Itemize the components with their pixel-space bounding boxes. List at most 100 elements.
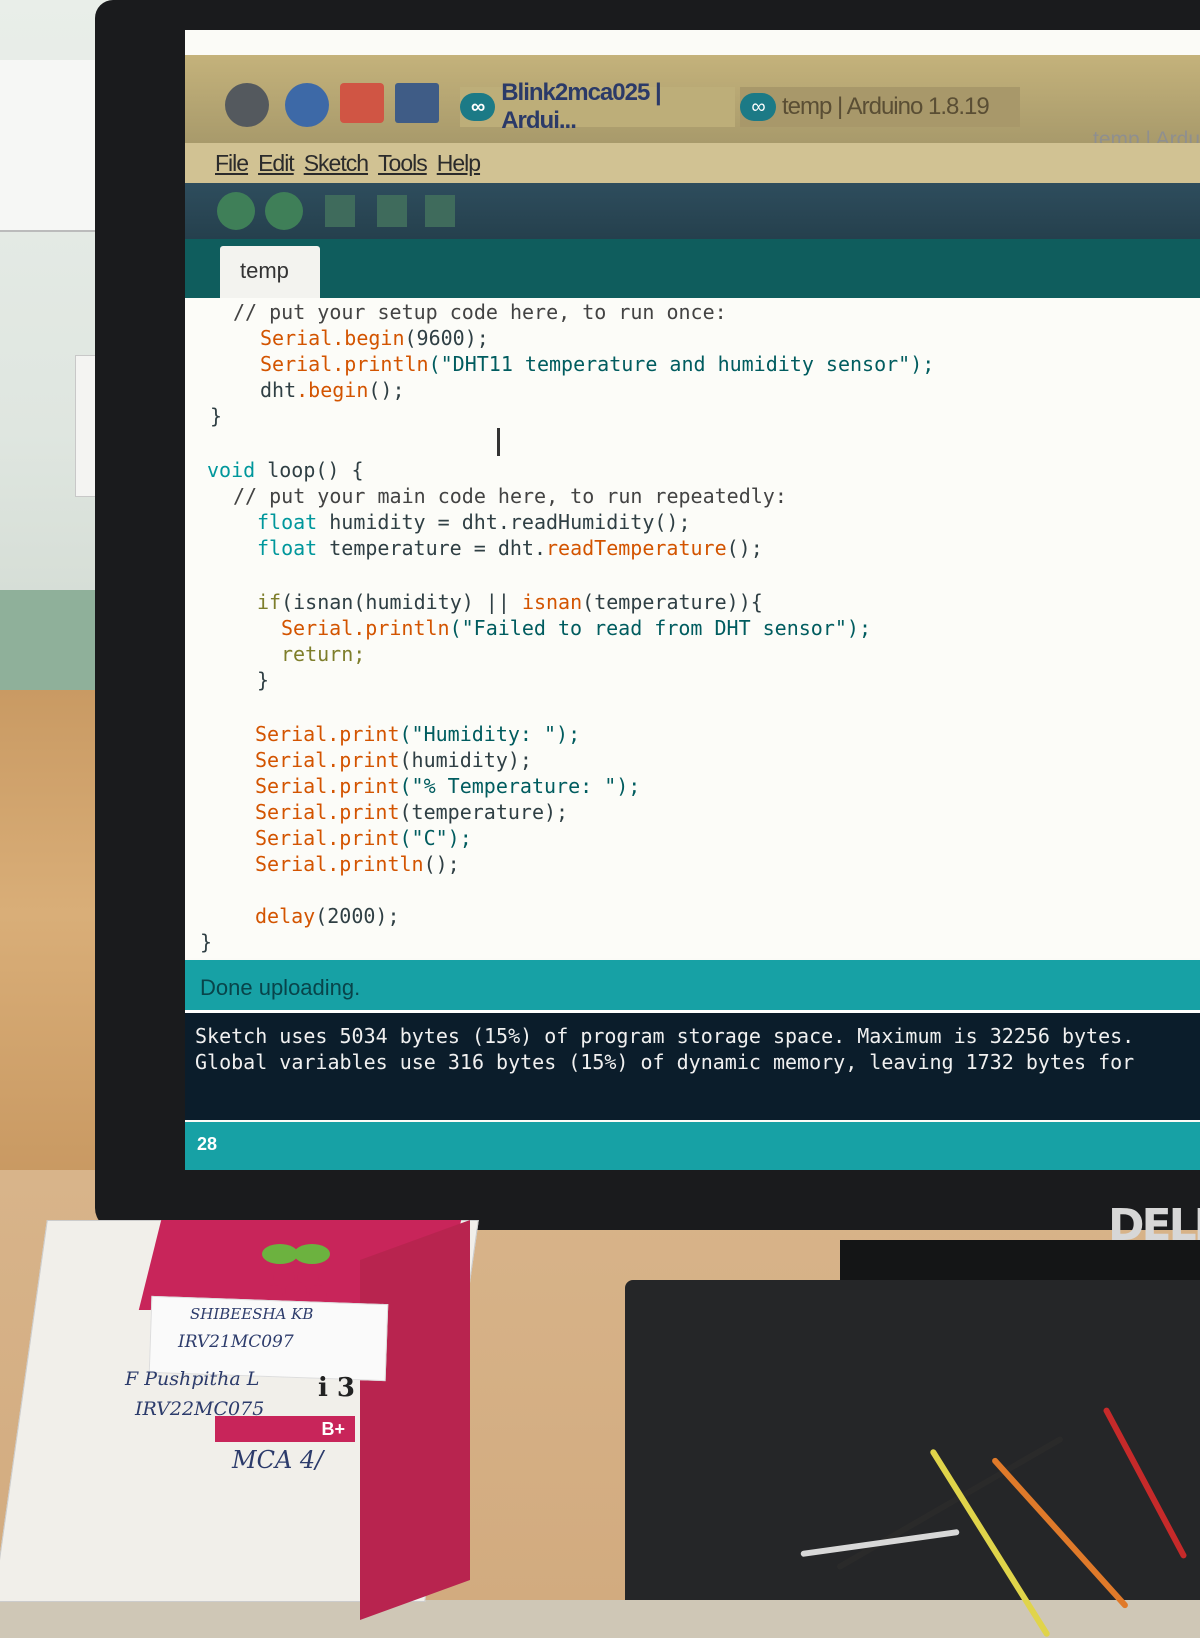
code-line: dht.begin(); — [260, 378, 405, 402]
code-line: } — [257, 668, 270, 692]
line-number-indicator: 28 — [185, 1122, 1200, 1170]
code-token: .begin — [296, 378, 369, 402]
code-token: Serial — [260, 326, 333, 350]
box-model-tag: B+ — [215, 1416, 355, 1442]
code-token: (); — [726, 536, 763, 560]
code-line: if(isnan(humidity) || isnan(temperature)… — [257, 590, 763, 614]
code-token: ("Humidity: "); — [399, 722, 581, 746]
arduino-infinity-icon: ∞ — [460, 93, 496, 121]
code-token: if — [257, 590, 282, 614]
box-model-fragment: i 3 — [318, 1373, 356, 1403]
code-token: .print — [327, 722, 400, 746]
menu-sketch[interactable]: Sketch — [304, 150, 369, 177]
code-line: void loop() { — [207, 458, 364, 482]
code-token: .println — [327, 852, 424, 876]
code-line: float humidity = dht.readHumidity(); — [257, 510, 691, 534]
code-token: ( — [281, 590, 294, 614]
code-line: Serial.print("Humidity: "); — [255, 722, 580, 746]
code-token: .print — [327, 748, 400, 772]
taskbar: ∞ Blink2mca025 | Ardui... ∞ temp | Ardui… — [185, 55, 1200, 143]
code-token: Serial — [255, 826, 328, 850]
app-icon-3[interactable] — [340, 83, 384, 123]
console-output[interactable]: Sketch uses 5034 bytes (15%) of program … — [185, 1010, 1200, 1120]
toolbar — [185, 183, 1200, 239]
code-line: } — [200, 930, 213, 954]
code-token: float — [257, 536, 318, 560]
app-icon-2[interactable] — [285, 83, 329, 127]
code-token: ("Failed to read from DHT sensor"); — [449, 616, 872, 640]
menu-help[interactable]: Help — [437, 150, 481, 177]
menu-tools[interactable]: Tools — [378, 150, 428, 177]
code-token: (9600); — [404, 326, 489, 350]
code-token: Serial — [255, 774, 328, 798]
code-token: ("C"); — [399, 826, 472, 850]
taskbar-tab-blink[interactable]: ∞ Blink2mca025 | Ardui... — [460, 79, 735, 134]
code-token: (temperature)){ — [582, 590, 763, 614]
code-token: (humidity); — [399, 748, 532, 772]
box-label-name-1: SHIBEESHA KB — [190, 1305, 314, 1323]
code-line: Serial.print(temperature); — [255, 800, 568, 824]
menu-file[interactable]: File — [215, 150, 249, 177]
terminal-icon[interactable] — [395, 83, 439, 123]
code-token: void — [207, 458, 256, 482]
app-icon-1[interactable] — [225, 83, 269, 127]
menu-edit[interactable]: Edit — [258, 150, 295, 177]
code-token: humidity = dht.readHumidity(); — [317, 510, 691, 534]
menu-bar: File Edit Sketch Tools Help — [185, 143, 1200, 183]
code-token: Serial — [255, 748, 328, 772]
code-line: Serial.println(); — [255, 852, 460, 876]
code-line: return; — [281, 642, 366, 666]
code-token: Serial — [255, 852, 328, 876]
code-token: delay — [255, 904, 316, 928]
verify-icon[interactable] — [217, 192, 255, 230]
code-token: .println — [353, 616, 450, 640]
code-token: (humidity) || — [353, 590, 522, 614]
upload-icon[interactable] — [265, 192, 303, 230]
new-icon[interactable] — [325, 195, 355, 227]
code-token: .println — [332, 352, 429, 376]
taskbar-tab-temp[interactable]: ∞ temp | Arduino 1.8.19 — [740, 87, 1020, 127]
monitor-base — [625, 1280, 1200, 1600]
code-token: isnan — [293, 590, 354, 614]
open-icon[interactable] — [377, 195, 407, 227]
code-token: loop() { — [255, 458, 364, 482]
text-cursor-icon — [497, 428, 500, 456]
code-token: (); — [368, 378, 405, 402]
code-line: Serial.print("C"); — [255, 826, 472, 850]
code-token: Serial — [260, 352, 333, 376]
console-line: Sketch uses 5034 bytes (15%) of program … — [195, 1024, 1135, 1048]
box-label-name-2: F Pushpitha L — [125, 1368, 260, 1390]
code-editor[interactable]: // put your setup code here, to run once… — [185, 298, 1200, 958]
code-token: .print — [327, 800, 400, 824]
code-token: Serial — [281, 616, 354, 640]
code-line: // put your main code here, to run repea… — [233, 484, 787, 508]
save-icon[interactable] — [425, 195, 455, 227]
code-line: Serial.println("Failed to read from DHT … — [281, 616, 871, 640]
code-token: Serial — [255, 722, 328, 746]
code-line: Serial.print(humidity); — [255, 748, 532, 772]
code-line: Serial.println("DHT11 temperature and hu… — [260, 352, 934, 376]
code-token: .print — [327, 774, 400, 798]
sketch-tab-temp[interactable]: temp — [220, 246, 320, 302]
code-token: (2000); — [315, 904, 400, 928]
console-line: Global variables use 316 bytes (15%) of … — [195, 1050, 1135, 1074]
code-token: dht — [260, 378, 297, 402]
code-token: Serial — [255, 800, 328, 824]
code-token: temperature = dht. — [317, 536, 546, 560]
code-line: Serial.print("% Temperature: "); — [255, 774, 640, 798]
code-token: readTemperature — [546, 536, 727, 560]
code-line: Serial.begin(9600); — [260, 326, 489, 350]
screen: ∞ Blink2mca025 | Ardui... ∞ temp | Ardui… — [185, 30, 1200, 1170]
code-token: (temperature); — [399, 800, 569, 824]
box-label-id-1: IRV21MC097 — [178, 1332, 294, 1352]
code-token: ("DHT11 temperature and humidity sensor"… — [428, 352, 935, 376]
code-token: float — [257, 510, 318, 534]
code-line: float temperature = dht.readTemperature(… — [257, 536, 763, 560]
box-label-class: MCA 4/ — [232, 1446, 324, 1474]
code-token: .print — [327, 826, 400, 850]
code-line: } — [210, 404, 223, 428]
code-token: ("% Temperature: "); — [399, 774, 641, 798]
code-token: .begin — [332, 326, 405, 350]
sketch-tabstrip — [185, 239, 1200, 299]
box-side — [360, 1219, 470, 1621]
